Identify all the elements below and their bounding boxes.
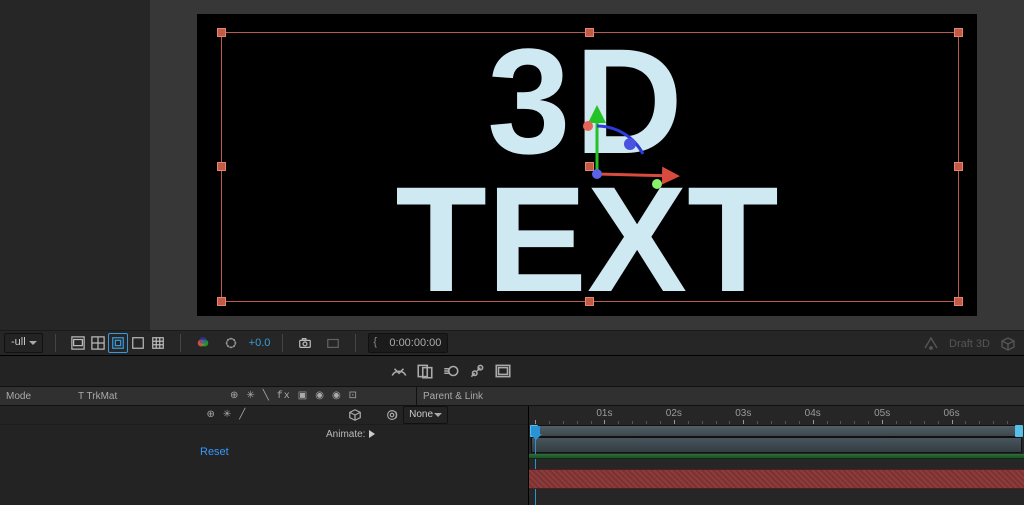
animate-label: Animate: <box>326 429 365 440</box>
composition-viewer[interactable]: 3D TEXT <box>150 0 1024 330</box>
exposure-value[interactable]: +0.0 <box>249 337 271 349</box>
divider <box>355 334 356 352</box>
grid-icon[interactable] <box>148 333 168 353</box>
preview-text-line-2[interactable]: TEXT <box>197 164 977 314</box>
divider <box>180 334 181 352</box>
3d-layer-icon[interactable] <box>348 408 362 422</box>
divider <box>282 334 283 352</box>
layer-switches[interactable]: ⊕ ✳ ╱ <box>206 409 246 421</box>
work-area-bar[interactable] <box>531 437 1022 453</box>
preview-time-value: 0:00:00:00 <box>389 337 441 349</box>
project-panel[interactable] <box>0 0 150 330</box>
show-snapshot-icon[interactable] <box>323 333 343 353</box>
reset-link[interactable]: Reset <box>200 446 229 458</box>
ruler-label: 02s <box>666 408 682 419</box>
3d-view-icon[interactable] <box>1000 336 1016 352</box>
pickwhip-icon[interactable] <box>385 408 399 422</box>
preview-text-line-1[interactable]: 3D <box>197 26 977 176</box>
motion-blur-icon[interactable] <box>442 362 460 380</box>
timeline-ruler-area[interactable]: 01s 02s 03s 04s 05s 06s <box>528 406 1024 505</box>
frame-blend-icon[interactable] <box>416 362 434 380</box>
animate-row: Animate: <box>0 425 528 443</box>
mask-visibility-icon[interactable] <box>108 333 128 353</box>
ruler-label: 05s <box>874 408 890 419</box>
ruler-label: 06s <box>944 408 960 419</box>
safe-zones-icon[interactable] <box>88 333 108 353</box>
resolution-dropdown[interactable]: -ull <box>4 333 43 353</box>
ruler-label: 03s <box>735 408 751 419</box>
column-trkmat[interactable]: T TrkMat <box>72 387 224 405</box>
color-management-icon[interactable] <box>193 333 213 353</box>
time-navigator[interactable] <box>531 425 1022 437</box>
viewer-toolbar: -ull +0.0 <box>0 330 1024 356</box>
snapshot-icon[interactable] <box>295 333 315 353</box>
column-switches[interactable]: ⊕ ✳ ╲ fx ▣ ◉ ◉ ⊡ <box>224 387 416 405</box>
time-ruler[interactable]: 01s 02s 03s 04s 05s 06s <box>529 406 1024 454</box>
render-queue-icon[interactable] <box>494 362 512 380</box>
parent-dropdown[interactable]: None <box>403 406 448 424</box>
animate-menu-icon[interactable] <box>369 430 379 438</box>
channel-buttons <box>68 333 168 353</box>
timeline-top-strip <box>0 356 1024 387</box>
reset-row: Reset <box>0 443 528 461</box>
transparency-grid-icon[interactable] <box>68 333 88 353</box>
work-area-highlight <box>529 454 1024 459</box>
composition-canvas[interactable]: 3D TEXT <box>197 14 977 316</box>
roi-icon[interactable] <box>128 333 148 353</box>
graph-editor-icon[interactable] <box>468 362 486 380</box>
draft-3d-toggle[interactable]: Draft 3D <box>949 338 990 350</box>
shy-icon[interactable] <box>390 362 408 380</box>
time-nav-end-handle[interactable] <box>1015 425 1023 437</box>
timeline-layer-list: ⊕ ✳ ╱ None Animate: Reset <box>0 406 528 505</box>
timeline-columns-header: Mode T TrkMat ⊕ ✳ ╲ fx ▣ ◉ ◉ ⊡ Parent & … <box>0 387 1024 406</box>
layer-row[interactable]: ⊕ ✳ ╱ None <box>0 406 528 425</box>
timeline-panel: Mode T TrkMat ⊕ ✳ ╲ fx ▣ ◉ ◉ ⊡ Parent & … <box>0 356 1024 505</box>
exposure-icon[interactable] <box>221 333 241 353</box>
bracket-icon: { <box>373 336 377 348</box>
layer-duration-bar[interactable] <box>529 469 1024 489</box>
ruler-label: 01s <box>596 408 612 419</box>
ruler-label: 04s <box>805 408 821 419</box>
preview-time-display[interactable]: { 0:00:00:00 <box>368 333 448 353</box>
divider <box>55 334 56 352</box>
fast-preview-icon[interactable] <box>923 336 939 352</box>
column-parent[interactable]: Parent & Link <box>416 387 577 405</box>
column-mode[interactable]: Mode <box>0 387 72 405</box>
